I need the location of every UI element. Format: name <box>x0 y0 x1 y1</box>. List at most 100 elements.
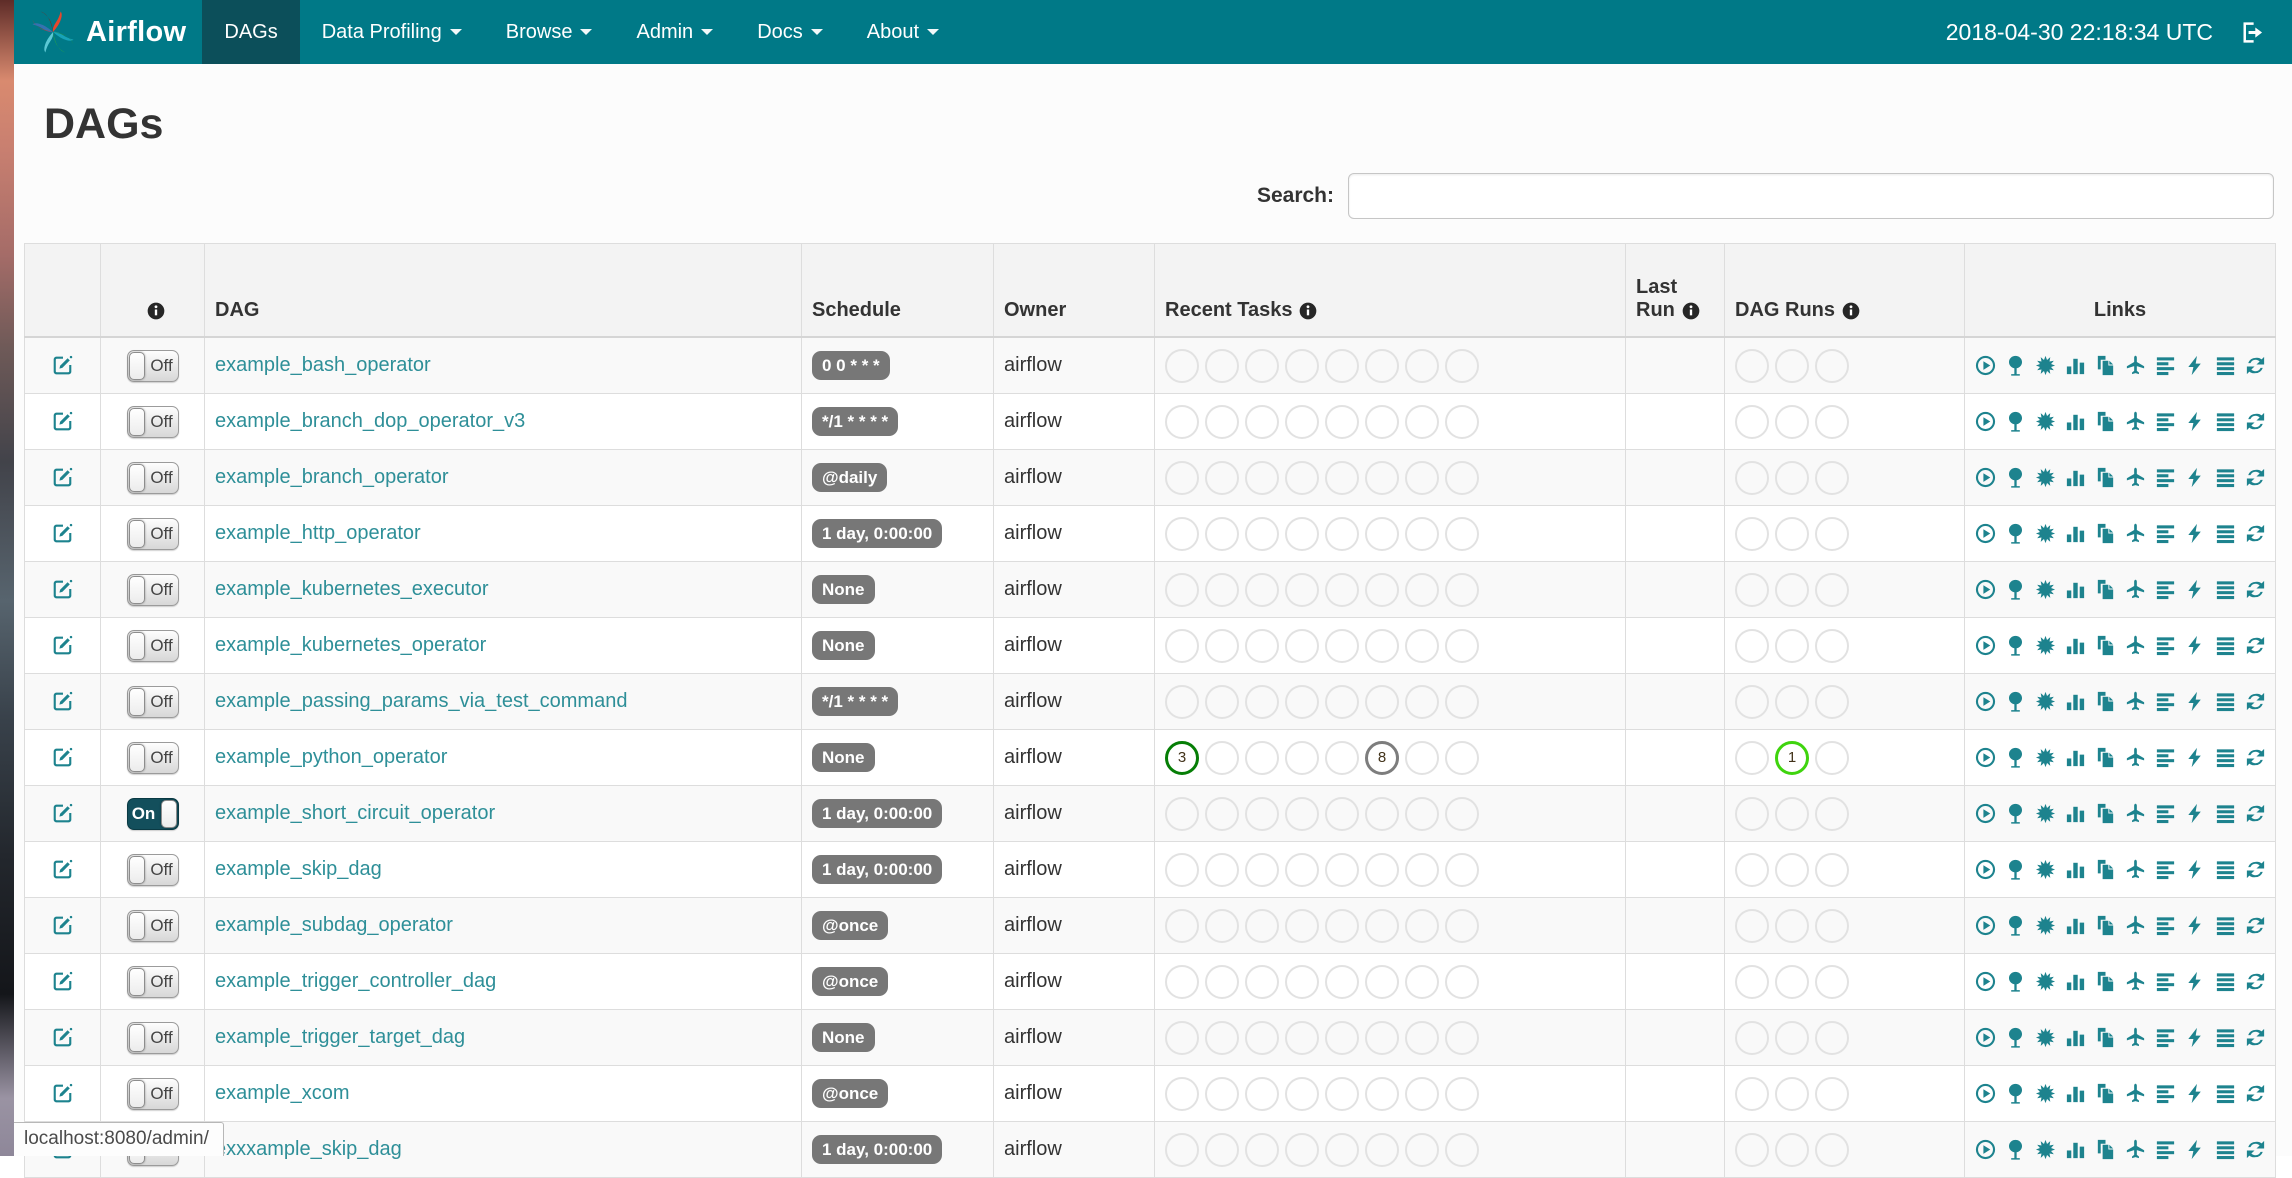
refresh-icon[interactable] <box>2244 466 2267 489</box>
status-circle[interactable] <box>1165 348 1199 383</box>
edit-dag-button[interactable] <box>51 522 74 544</box>
tree-view-icon[interactable] <box>2004 466 2027 489</box>
status-circle[interactable] <box>1165 628 1199 663</box>
landing-times-icon[interactable] <box>2124 802 2147 825</box>
tree-view-icon[interactable] <box>2004 522 2027 545</box>
status-circle[interactable] <box>1815 684 1849 719</box>
status-circle[interactable] <box>1165 964 1199 999</box>
status-circle[interactable] <box>1815 740 1849 775</box>
status-circle[interactable] <box>1815 908 1849 943</box>
refresh-icon[interactable] <box>2244 522 2267 545</box>
dag-details-icon[interactable] <box>2214 522 2237 545</box>
trigger-dag-icon[interactable] <box>1974 1026 1997 1049</box>
gantt-view-icon[interactable] <box>2154 354 2177 377</box>
status-circle[interactable] <box>1245 460 1279 495</box>
tasks-duration-icon[interactable] <box>2064 466 2087 489</box>
pause-toggle[interactable]: On <box>126 797 179 830</box>
status-circle[interactable] <box>1165 1132 1199 1167</box>
status-circle[interactable] <box>1815 852 1849 887</box>
status-circle[interactable] <box>1205 852 1239 887</box>
trigger-dag-icon[interactable] <box>1974 970 1997 993</box>
status-circle[interactable] <box>1285 964 1319 999</box>
gantt-view-icon[interactable] <box>2154 1082 2177 1105</box>
status-circle[interactable] <box>1365 348 1399 383</box>
status-circle[interactable] <box>1205 1076 1239 1111</box>
trigger-dag-icon[interactable] <box>1974 578 1997 601</box>
edit-dag-button[interactable] <box>51 690 74 712</box>
status-circle[interactable] <box>1285 628 1319 663</box>
edit-dag-button[interactable] <box>51 1026 74 1048</box>
status-circle[interactable] <box>1245 348 1279 383</box>
refresh-icon[interactable] <box>2244 1026 2267 1049</box>
dag-link[interactable]: example_short_circuit_operator <box>215 802 495 824</box>
info-icon[interactable] <box>1681 301 1701 321</box>
dag-details-icon[interactable] <box>2214 802 2237 825</box>
status-circle[interactable] <box>1365 852 1399 887</box>
tree-view-icon[interactable] <box>2004 858 2027 881</box>
status-circle[interactable] <box>1735 1020 1769 1055</box>
refresh-icon[interactable] <box>2244 634 2267 657</box>
status-circle[interactable] <box>1165 684 1199 719</box>
dag-link[interactable]: example_branch_dop_operator_v3 <box>215 410 525 432</box>
trigger-dag-icon[interactable] <box>1974 1082 1997 1105</box>
landing-times-icon[interactable] <box>2124 1082 2147 1105</box>
status-circle[interactable] <box>1325 1020 1359 1055</box>
nav-item-about[interactable]: About <box>845 0 961 64</box>
status-circle[interactable] <box>1735 348 1769 383</box>
gantt-view-icon[interactable] <box>2154 466 2177 489</box>
landing-times-icon[interactable] <box>2124 634 2147 657</box>
graph-view-icon[interactable] <box>2034 690 2057 713</box>
status-circle[interactable] <box>1245 796 1279 831</box>
graph-view-icon[interactable] <box>2034 802 2057 825</box>
status-circle[interactable] <box>1405 572 1439 607</box>
pause-toggle[interactable]: Off <box>126 517 179 550</box>
gantt-view-icon[interactable] <box>2154 1026 2177 1049</box>
status-circle[interactable] <box>1405 684 1439 719</box>
trigger-dag-icon[interactable] <box>1974 1138 1997 1161</box>
tasks-duration-icon[interactable] <box>2064 970 2087 993</box>
status-circle[interactable] <box>1815 1076 1849 1111</box>
status-circle[interactable] <box>1405 908 1439 943</box>
status-circle[interactable] <box>1405 460 1439 495</box>
graph-view-icon[interactable] <box>2034 858 2057 881</box>
trigger-dag-icon[interactable] <box>1974 410 1997 433</box>
tree-view-icon[interactable] <box>2004 802 2027 825</box>
tree-view-icon[interactable] <box>2004 1138 2027 1161</box>
status-circle[interactable] <box>1365 460 1399 495</box>
status-circle[interactable] <box>1325 1076 1359 1111</box>
code-view-icon[interactable] <box>2184 634 2207 657</box>
landing-times-icon[interactable] <box>2124 858 2147 881</box>
dag-details-icon[interactable] <box>2214 1138 2237 1161</box>
pause-toggle[interactable]: Off <box>126 741 179 774</box>
task-tries-icon[interactable] <box>2094 914 2117 937</box>
task-tries-icon[interactable] <box>2094 1138 2117 1161</box>
dag-link[interactable]: example_python_operator <box>215 746 447 768</box>
status-circle[interactable] <box>1245 740 1279 775</box>
tree-view-icon[interactable] <box>2004 1026 2027 1049</box>
graph-view-icon[interactable] <box>2034 410 2057 433</box>
refresh-icon[interactable] <box>2244 354 2267 377</box>
status-circle[interactable] <box>1205 348 1239 383</box>
tasks-duration-icon[interactable] <box>2064 578 2087 601</box>
status-circle[interactable] <box>1775 1132 1809 1167</box>
status-circle[interactable] <box>1815 572 1849 607</box>
trigger-dag-icon[interactable] <box>1974 466 1997 489</box>
status-circle[interactable] <box>1245 572 1279 607</box>
pause-toggle[interactable]: Off <box>126 965 179 998</box>
code-view-icon[interactable] <box>2184 466 2207 489</box>
status-circle[interactable] <box>1775 516 1809 551</box>
trigger-dag-icon[interactable] <box>1974 354 1997 377</box>
status-circle[interactable] <box>1815 404 1849 439</box>
status-circle[interactable] <box>1325 908 1359 943</box>
task-tries-icon[interactable] <box>2094 466 2117 489</box>
status-circle[interactable] <box>1205 908 1239 943</box>
landing-times-icon[interactable] <box>2124 410 2147 433</box>
task-tries-icon[interactable] <box>2094 410 2117 433</box>
refresh-icon[interactable] <box>2244 410 2267 433</box>
status-circle[interactable] <box>1775 572 1809 607</box>
status-circle[interactable] <box>1405 1076 1439 1111</box>
task-tries-icon[interactable] <box>2094 578 2117 601</box>
code-view-icon[interactable] <box>2184 746 2207 769</box>
status-circle[interactable] <box>1365 516 1399 551</box>
status-circle[interactable] <box>1245 628 1279 663</box>
